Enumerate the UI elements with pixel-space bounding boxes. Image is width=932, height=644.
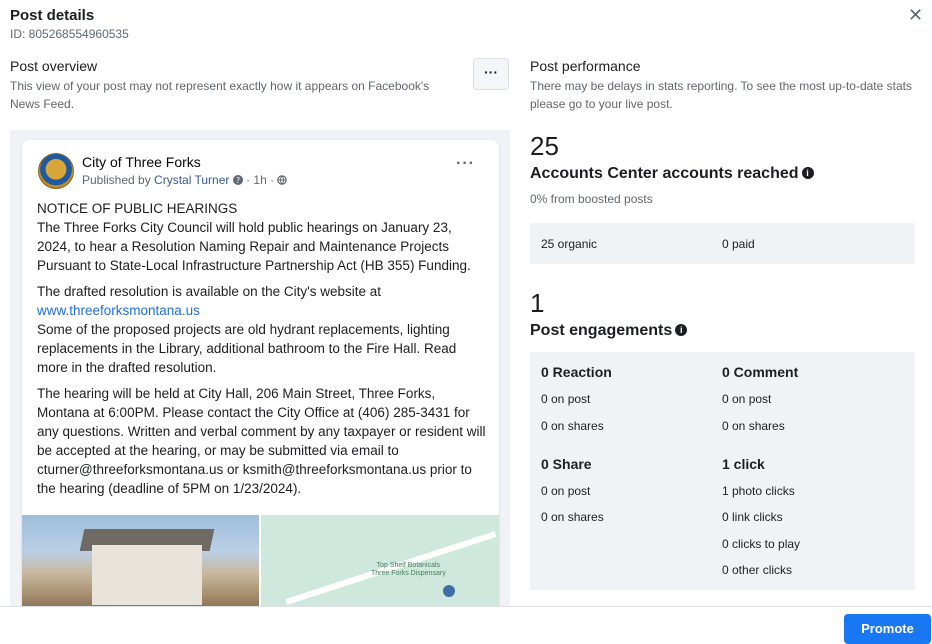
post-performance-title: Post performance	[530, 58, 641, 74]
post-text-paragraph: Some of the proposed projects are old hy…	[37, 322, 457, 375]
info-icon[interactable]: i	[801, 167, 814, 179]
post-meta: Published by Crystal Turner ? · 1h ·	[82, 173, 288, 187]
comment-on-shares: 0 on shares	[722, 419, 785, 433]
website-link[interactable]: www.threeforksmontana.us	[37, 301, 487, 320]
engagement-header: 1 Post engagements i	[530, 288, 688, 340]
reaction-heading: 0 Reaction	[541, 364, 612, 380]
share-on-post: 0 on post	[541, 484, 591, 498]
post-text-paragraph: The drafted resolution is available on t…	[37, 284, 382, 299]
map-label: Top Shelf Botanicals Three Forks Dispens…	[371, 562, 446, 578]
post-preview-area: City of Three Forks Published by Crystal…	[10, 130, 510, 606]
verified-icon: ?	[232, 173, 243, 187]
post-photo-house[interactable]	[22, 515, 259, 606]
author-link[interactable]: Crystal Turner	[154, 173, 229, 187]
globe-icon	[277, 173, 288, 187]
engagement-breakdown: 0 Reaction 0 on post 0 on shares 0 Comme…	[530, 352, 915, 590]
paid-count: 0 paid	[722, 237, 755, 251]
post-card: City of Three Forks Published by Crystal…	[22, 140, 499, 606]
post-body: NOTICE OF PUBLIC HEARINGS The Three Fork…	[37, 199, 487, 505]
reach-title-text: Accounts Center accounts reached	[530, 165, 799, 182]
post-text-line: NOTICE OF PUBLIC HEARINGS	[37, 201, 238, 216]
engagement-title-text: Post engagements	[530, 322, 673, 339]
reaction-on-post: 0 on post	[541, 392, 591, 406]
click-heading: 1 click	[722, 456, 765, 472]
clicks-to-play: 0 clicks to play	[722, 537, 801, 551]
engagement-title: Post engagements i	[530, 322, 688, 340]
map-label-line: Top Shelf Botanicals	[376, 562, 441, 569]
close-icon[interactable]: ✕	[908, 6, 923, 24]
post-time: · 1h ·	[242, 173, 278, 187]
reach-number: 25	[530, 131, 559, 161]
map-pin-icon	[443, 585, 455, 597]
link-clicks: 0 link clicks	[722, 510, 783, 524]
post-text-paragraph: The Three Forks City Council will hold p…	[37, 220, 471, 273]
reach-title: Accounts Center accounts reached i	[530, 165, 920, 183]
comment-on-post: 0 on post	[722, 392, 772, 406]
published-prefix: Published by	[82, 173, 155, 187]
post-overview-section: Post overview This view of your post may…	[10, 58, 510, 113]
post-overview-title: Post overview	[10, 58, 98, 74]
svg-text:?: ?	[236, 176, 240, 185]
post-performance-section: Post performance There may be delays in …	[530, 58, 920, 206]
reaction-on-shares: 0 on shares	[541, 419, 604, 433]
share-on-shares: 0 on shares	[541, 510, 604, 524]
photo-house	[92, 545, 202, 605]
post-more-icon[interactable]: ···	[456, 155, 475, 173]
page-name[interactable]: City of Three Forks	[82, 154, 201, 170]
info-icon[interactable]: i	[675, 324, 688, 336]
comment-heading: 0 Comment	[722, 364, 799, 380]
other-clicks: 0 other clicks	[722, 563, 793, 577]
map-label-line: Three Forks Dispensary	[371, 570, 446, 577]
post-performance-subtitle: There may be delays in stats reporting. …	[530, 79, 912, 111]
post-overview-subtitle: This view of your post may not represent…	[10, 79, 430, 111]
post-map-image[interactable]: Top Shelf Botanicals Three Forks Dispens…	[261, 515, 499, 606]
dialog-title: Post details	[10, 7, 95, 24]
engagement-number: 1	[530, 288, 545, 318]
page-avatar[interactable]	[38, 153, 74, 189]
post-id: ID: 805268554960535	[10, 27, 129, 41]
share-heading: 0 Share	[541, 456, 592, 472]
dialog-header: Post details ID: 805268554960535	[10, 7, 129, 41]
more-options-button[interactable]: ···	[473, 58, 509, 90]
post-text-paragraph: The hearing will be held at City Hall, 2…	[37, 386, 486, 496]
organic-count: 25 organic	[541, 237, 598, 251]
promote-button[interactable]: Promote	[844, 614, 931, 644]
footer-divider	[0, 606, 932, 607]
photo-clicks: 1 photo clicks	[722, 484, 795, 498]
boosted-subtitle: 0% from boosted posts	[530, 192, 653, 206]
reach-breakdown: 25 organic 0 paid	[530, 223, 915, 264]
